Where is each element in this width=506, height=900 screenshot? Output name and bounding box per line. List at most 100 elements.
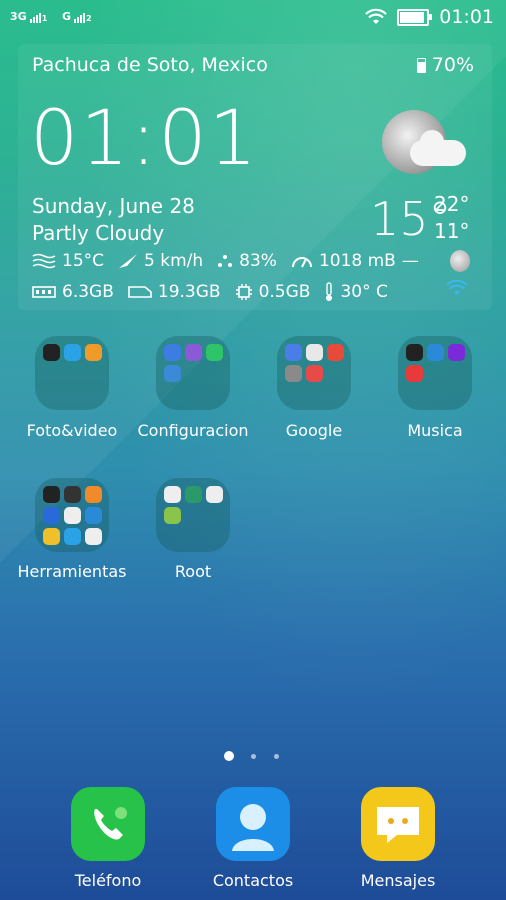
sim1-slot: 1 bbox=[41, 14, 48, 23]
sim1-signal: 3G 1 bbox=[10, 10, 47, 23]
weather-condition: Partly Cloudy bbox=[32, 221, 165, 245]
folder-label: Musica bbox=[407, 421, 463, 440]
terminal-app-icon bbox=[185, 486, 202, 503]
cpu-value: 0.5GB bbox=[258, 282, 311, 302]
location-label[interactable]: Pachuca de Soto, Mexico bbox=[32, 54, 268, 76]
sim2-network-label: G bbox=[62, 10, 72, 23]
humidity-drops-icon bbox=[218, 255, 233, 267]
weather-stats-row: 15°C 5 km/h 83% 1018 mB — bbox=[32, 251, 433, 271]
feels-like-stat: 15°C bbox=[32, 251, 104, 271]
security-app-icon bbox=[206, 344, 223, 361]
page-dot-active[interactable] bbox=[224, 751, 234, 761]
contacts-app-icon bbox=[64, 528, 81, 545]
folder-root[interactable] bbox=[156, 478, 230, 552]
folder-google[interactable] bbox=[277, 336, 351, 410]
weather-app-icon bbox=[164, 365, 181, 382]
superuser-app-icon bbox=[164, 486, 181, 503]
folder-label: Root bbox=[174, 562, 212, 581]
date-label: Sunday, June 28 bbox=[32, 194, 195, 218]
device-temp-value: 30° C bbox=[340, 282, 388, 302]
calendar-app-icon bbox=[85, 528, 102, 545]
sim2-signal: G 2 bbox=[62, 10, 92, 23]
storage-stat: 19.3GB bbox=[128, 282, 221, 302]
folder-label: Configuracion bbox=[137, 421, 249, 440]
phone-app-icon[interactable] bbox=[71, 787, 145, 861]
chrome-app-icon bbox=[327, 344, 344, 361]
viper-app-icon bbox=[448, 344, 465, 361]
messages-app-icon[interactable] bbox=[361, 787, 435, 861]
moon-phase-icon bbox=[450, 250, 470, 272]
photos-app-icon bbox=[64, 344, 81, 361]
radio-app-icon bbox=[427, 344, 444, 361]
ram-icon bbox=[32, 286, 56, 298]
android-app-icon bbox=[164, 507, 181, 524]
gamepad-app-icon bbox=[64, 507, 81, 524]
page-dot[interactable] bbox=[251, 754, 256, 759]
wifi-icon bbox=[365, 8, 388, 24]
folder-foto-video[interactable] bbox=[35, 336, 109, 410]
feels-like-value: 15°C bbox=[62, 251, 105, 271]
folder-label: Foto&video bbox=[26, 421, 118, 440]
storage-value: 19.3GB bbox=[157, 282, 221, 302]
folder-herramientas[interactable] bbox=[35, 478, 109, 552]
signal-bars-icon bbox=[74, 13, 86, 23]
settings-app-icon bbox=[164, 344, 181, 361]
voice-search-app-icon bbox=[306, 365, 323, 382]
folder-label: Herramientas bbox=[17, 562, 127, 581]
battery-icon bbox=[416, 57, 426, 73]
page-dot[interactable] bbox=[274, 754, 279, 759]
pressure-stat: 1018 mB — bbox=[291, 251, 419, 271]
signal-bars-icon bbox=[29, 13, 41, 23]
contacts-app-label: Contactos bbox=[212, 871, 294, 890]
folder-musica[interactable] bbox=[398, 336, 472, 410]
cloud-icon bbox=[410, 130, 466, 166]
status-time: 01:01 bbox=[439, 6, 494, 28]
device-temp-stat: 30° C bbox=[324, 282, 388, 302]
ram-stat: 6.3GB bbox=[32, 282, 114, 302]
cpu-chip-icon bbox=[235, 284, 252, 300]
compass-app-icon bbox=[43, 507, 60, 524]
calculator-app-icon bbox=[64, 486, 81, 503]
theme-app-icon bbox=[185, 344, 202, 361]
humidity-stat: 83% bbox=[217, 251, 277, 271]
wind-value: 5 km/h bbox=[144, 251, 204, 271]
phone-icon bbox=[94, 807, 127, 840]
messages-app-label: Mensajes bbox=[360, 871, 436, 890]
sim1-network-label: 3G bbox=[10, 10, 27, 23]
music-app-icon bbox=[406, 344, 423, 361]
humidity-value: 83% bbox=[239, 251, 277, 271]
headphones-app-icon bbox=[406, 365, 423, 382]
device-stats-row: 6.3GB 19.3GB 0.5GB 30° C bbox=[32, 282, 402, 302]
wind-lines-icon bbox=[32, 253, 56, 269]
contact-person-icon bbox=[232, 804, 274, 851]
temperature-low: 11° bbox=[434, 219, 470, 243]
battery-percent: 70% bbox=[431, 54, 474, 76]
folder-label: Google bbox=[285, 421, 343, 440]
phone-app-label: Teléfono bbox=[74, 871, 142, 890]
sd-card-icon bbox=[128, 286, 152, 298]
temperature-high: 22° bbox=[434, 192, 470, 216]
pressure-trend: — bbox=[401, 251, 419, 271]
battery-status: 70% bbox=[416, 54, 474, 76]
camera-app-icon bbox=[43, 344, 60, 361]
mail-app-icon bbox=[85, 507, 102, 524]
clock-app-icon bbox=[43, 486, 60, 503]
wind-stat: 5 km/h bbox=[118, 251, 203, 271]
play-store-app-icon bbox=[306, 344, 323, 361]
battery-icon bbox=[397, 8, 433, 26]
wifi-icon bbox=[446, 280, 468, 295]
cpu-stat: 0.5GB bbox=[235, 282, 311, 302]
root-checker-app-icon bbox=[206, 486, 223, 503]
folder-configuracion[interactable] bbox=[156, 336, 230, 410]
chat-app-icon bbox=[43, 528, 60, 545]
status-bar: 3G 1 G 2 01:01 bbox=[0, 0, 506, 36]
editor-app-icon bbox=[85, 344, 102, 361]
sim2-slot: 2 bbox=[86, 14, 92, 23]
clock-time[interactable]: 01:01 bbox=[30, 100, 259, 176]
notes-app-icon bbox=[85, 486, 102, 503]
weather-clock-widget[interactable]: Pachuca de Soto, Mexico 70% 01:01 Sunday… bbox=[18, 44, 492, 310]
wind-direction-icon bbox=[119, 254, 138, 268]
thermometer-icon bbox=[326, 282, 333, 301]
contacts-app-icon[interactable] bbox=[216, 787, 290, 861]
google-app-icon bbox=[285, 344, 302, 361]
